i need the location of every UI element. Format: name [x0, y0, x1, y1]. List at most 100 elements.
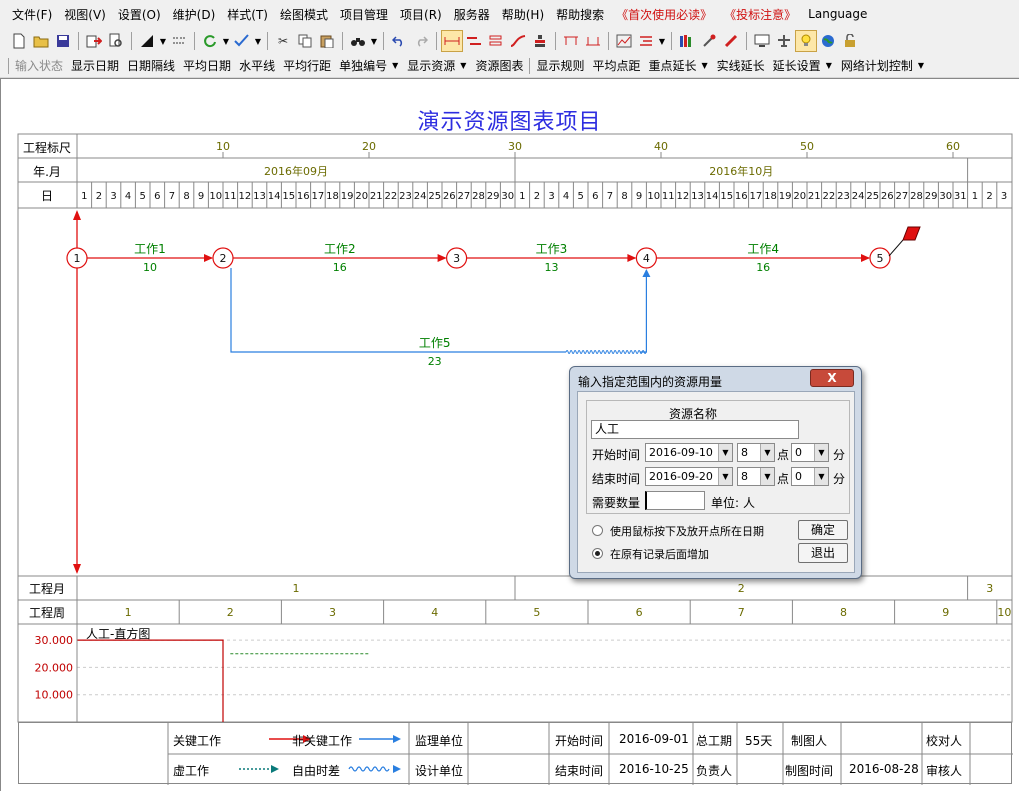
legend-start-label: 开始时间 — [555, 734, 604, 748]
work-name: 工作2 — [324, 242, 356, 256]
start-hour-value: 8 — [741, 446, 748, 459]
legend-end-value: 2016-10-25 — [619, 762, 689, 776]
ruler-tick-label: 10 — [216, 140, 230, 153]
legend-owner-label: 负责人 — [696, 764, 733, 778]
day-label: 日 — [40, 189, 53, 203]
legend-critical: 关键工作 — [173, 734, 222, 748]
ruler-tick-label: 40 — [654, 140, 668, 153]
ok-button[interactable]: 确定 — [798, 520, 848, 540]
start-point-label: 点 — [777, 448, 790, 462]
chevron-down-icon[interactable]: ▼ — [760, 444, 774, 461]
day-label: 26 — [443, 191, 456, 202]
end-min-select[interactable]: 0 ▼ — [791, 467, 829, 486]
chevron-down-icon[interactable]: ▼ — [760, 468, 774, 485]
work-duration: 13 — [545, 261, 559, 274]
radio-mouse-range[interactable] — [592, 525, 603, 536]
day-label: 1 — [519, 191, 525, 202]
day-label: 6 — [592, 191, 598, 202]
day-label: 27 — [896, 191, 909, 202]
day-label: 21 — [370, 191, 383, 202]
day-label: 30 — [939, 191, 952, 202]
day-label: 18 — [764, 191, 777, 202]
end-date-select[interactable]: 2016-09-20 ▼ — [645, 467, 733, 486]
day-label: 12 — [677, 191, 690, 202]
chart-frame — [17, 133, 1013, 723]
arrow-up-icon — [73, 210, 81, 220]
legend-virtual: 虚工作 — [173, 764, 210, 778]
end-hour-select[interactable]: 8 ▼ — [737, 467, 775, 486]
eng-week-value: 8 — [840, 606, 847, 619]
day-label: 15 — [282, 191, 295, 202]
histogram-ytick: 30.000 — [35, 634, 74, 647]
start-min-select[interactable]: 0 ▼ — [791, 443, 829, 462]
day-label: 9 — [636, 191, 642, 202]
day-label: 2 — [534, 191, 540, 202]
day-label: 2 — [96, 191, 102, 202]
month-label: 2016年10月 — [709, 164, 773, 178]
day-label: 13 — [253, 191, 266, 202]
work-duration: 10 — [143, 261, 157, 274]
exit-button[interactable]: 退出 — [798, 543, 848, 563]
node-number: 5 — [877, 252, 884, 265]
start-time-label: 开始时间 — [592, 448, 641, 462]
chevron-down-icon[interactable]: ▼ — [718, 468, 732, 485]
start-minute-label: 分 — [833, 448, 846, 462]
day-label: 9 — [198, 191, 204, 202]
radio-append[interactable] — [592, 548, 603, 559]
noncritical-work-line — [640, 270, 647, 353]
chevron-down-icon[interactable]: ▼ — [814, 444, 828, 461]
year-month-label: 年.月 — [33, 165, 61, 179]
day-label: 28 — [472, 191, 485, 202]
day-label: 3 — [548, 191, 554, 202]
end-minute-label: 分 — [833, 472, 846, 486]
day-label: 14 — [706, 191, 719, 202]
day-label: 17 — [312, 191, 325, 202]
day-label: 19 — [779, 191, 792, 202]
unit-value: 人 — [743, 496, 756, 510]
day-label: 15 — [720, 191, 733, 202]
eng-week-value: 7 — [738, 606, 745, 619]
end-time-label: 结束时间 — [592, 472, 641, 486]
eng-week-value: 6 — [636, 606, 643, 619]
quantity-input[interactable] — [645, 491, 705, 510]
work-name: 工作3 — [536, 242, 568, 256]
end-date-value: 2016-09-20 — [649, 470, 713, 483]
day-label: 5 — [140, 191, 146, 202]
work-duration: 23 — [428, 355, 442, 368]
legend-freefloat: 自由时差 — [292, 764, 341, 778]
eng-month-value: 2 — [738, 582, 745, 595]
day-label: 14 — [268, 191, 281, 202]
day-label: 18 — [326, 191, 339, 202]
chevron-down-icon[interactable]: ▼ — [718, 444, 732, 461]
start-min-value: 0 — [795, 446, 802, 459]
flag-pole — [888, 239, 904, 257]
start-hour-select[interactable]: 8 ▼ — [737, 443, 775, 462]
eng-week-value: 9 — [942, 606, 949, 619]
eng-month-value: 3 — [986, 582, 993, 595]
day-label: 26 — [881, 191, 894, 202]
eng-month-value: 1 — [293, 582, 300, 595]
eng-week-value: 4 — [431, 606, 438, 619]
day-label: 7 — [169, 191, 175, 202]
quantity-label: 需要数量 — [592, 496, 641, 510]
day-label: 20 — [355, 191, 368, 202]
day-label: 31 — [954, 191, 967, 202]
legend-reviewer-label: 审核人 — [926, 764, 963, 778]
work-name: 工作5 — [419, 336, 451, 350]
dialog-body: 资源名称 人工 开始时间 2016-09-10 ▼ 8 ▼ 点 0 ▼ 分 结束时间 … — [577, 391, 855, 573]
day-label: 27 — [458, 191, 471, 202]
legend-supervisor: 监理单位 — [415, 734, 464, 748]
resource-name-input[interactable]: 人工 — [591, 420, 799, 439]
histogram-ytick: 20.000 — [35, 661, 74, 674]
chevron-down-icon[interactable]: ▼ — [814, 468, 828, 485]
day-label: 25 — [428, 191, 441, 202]
eng-week-value: 5 — [533, 606, 540, 619]
day-label: 11 — [662, 191, 675, 202]
ruler-tick-label: 20 — [362, 140, 376, 153]
day-label: 16 — [297, 191, 310, 202]
end-point-label: 点 — [777, 472, 790, 486]
day-label: 25 — [866, 191, 879, 202]
start-date-select[interactable]: 2016-09-10 ▼ — [645, 443, 733, 462]
arrow-down-icon — [73, 564, 81, 574]
close-icon[interactable]: X — [810, 369, 854, 387]
